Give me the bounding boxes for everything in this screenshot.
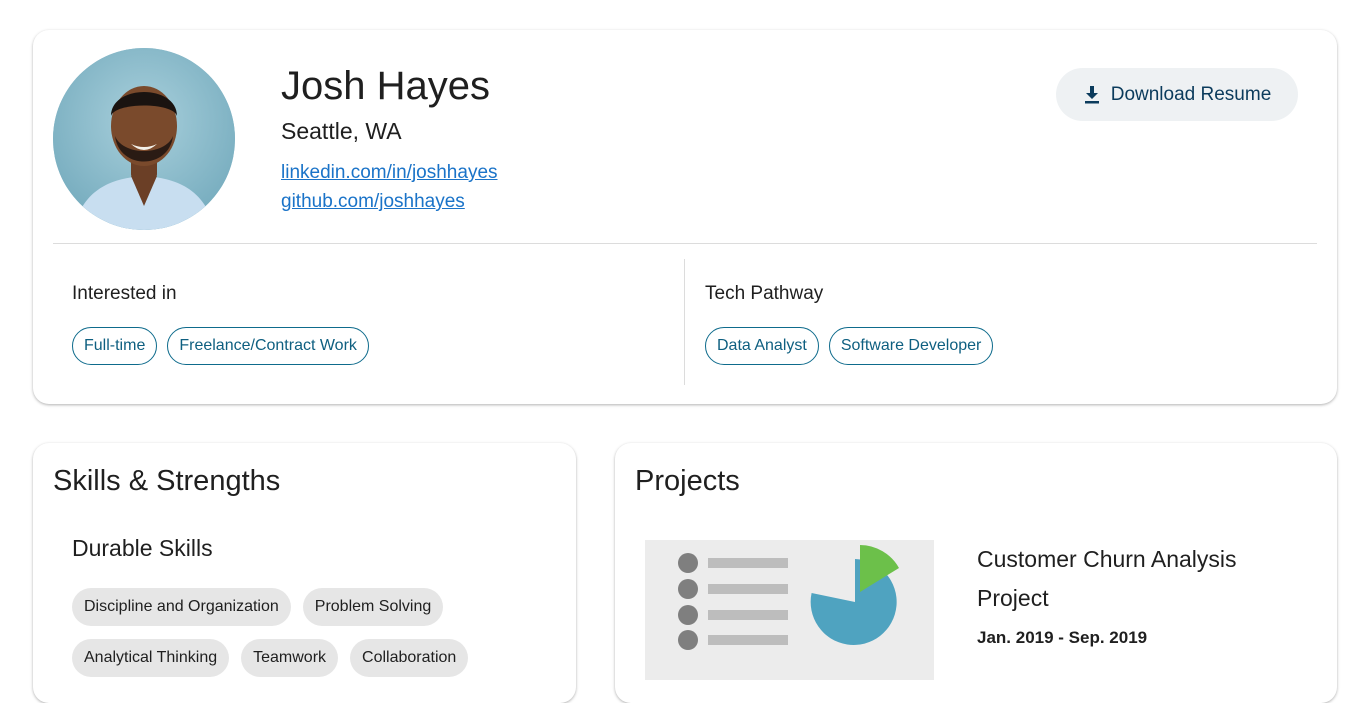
download-icon — [1084, 85, 1099, 103]
avatar — [53, 48, 235, 230]
divider — [53, 243, 1317, 244]
chip-data-analyst[interactable]: Data Analyst — [705, 327, 819, 365]
download-resume-button[interactable]: Download Resume — [1056, 68, 1298, 121]
project-title[interactable]: Customer Churn Analysis Project — [977, 540, 1307, 618]
skills-title: Skills & Strengths — [53, 465, 281, 497]
report-chart-icon — [678, 545, 899, 650]
profile-photo — [53, 48, 235, 230]
interested-in-chips: Full-time Freelance/Contract Work — [72, 327, 369, 365]
download-resume-label: Download Resume — [1110, 83, 1272, 105]
skill-chip: Problem Solving — [302, 588, 444, 626]
profile-card: Josh Hayes Seattle, WA linkedin.com/in/j… — [33, 30, 1337, 404]
chip-full-time[interactable]: Full-time — [72, 327, 158, 365]
skill-chip: Discipline and Organization — [72, 588, 291, 626]
divider-vertical — [684, 259, 685, 385]
project-thumbnail[interactable] — [645, 540, 934, 680]
skill-chip: Analytical Thinking — [72, 639, 230, 677]
profile-location: Seattle, WA — [281, 118, 402, 144]
profile-name: Josh Hayes — [281, 64, 490, 108]
chip-freelance-contract[interactable]: Freelance/Contract Work — [167, 327, 369, 365]
projects-title: Projects — [635, 465, 740, 497]
durable-skills-heading: Durable Skills — [72, 535, 213, 561]
linkedin-link[interactable]: linkedin.com/in/joshhayes — [281, 162, 498, 184]
skill-chip: Collaboration — [350, 639, 469, 677]
tech-pathway-chips: Data Analyst Software Developer — [705, 327, 994, 365]
chip-software-developer[interactable]: Software Developer — [828, 327, 994, 365]
durable-skills-list: Discipline and Organization Problem Solv… — [72, 588, 542, 677]
projects-card: Projects Customer Churn Analysis Project… — [615, 443, 1337, 703]
skill-chip: Teamwork — [241, 639, 339, 677]
github-link[interactable]: github.com/joshhayes — [281, 191, 465, 213]
project-dates: Jan. 2019 - Sep. 2019 — [977, 628, 1148, 647]
interested-in-label: Interested in — [72, 283, 177, 304]
skills-card: Skills & Strengths Durable Skills Discip… — [33, 443, 576, 703]
tech-pathway-label: Tech Pathway — [705, 283, 824, 304]
